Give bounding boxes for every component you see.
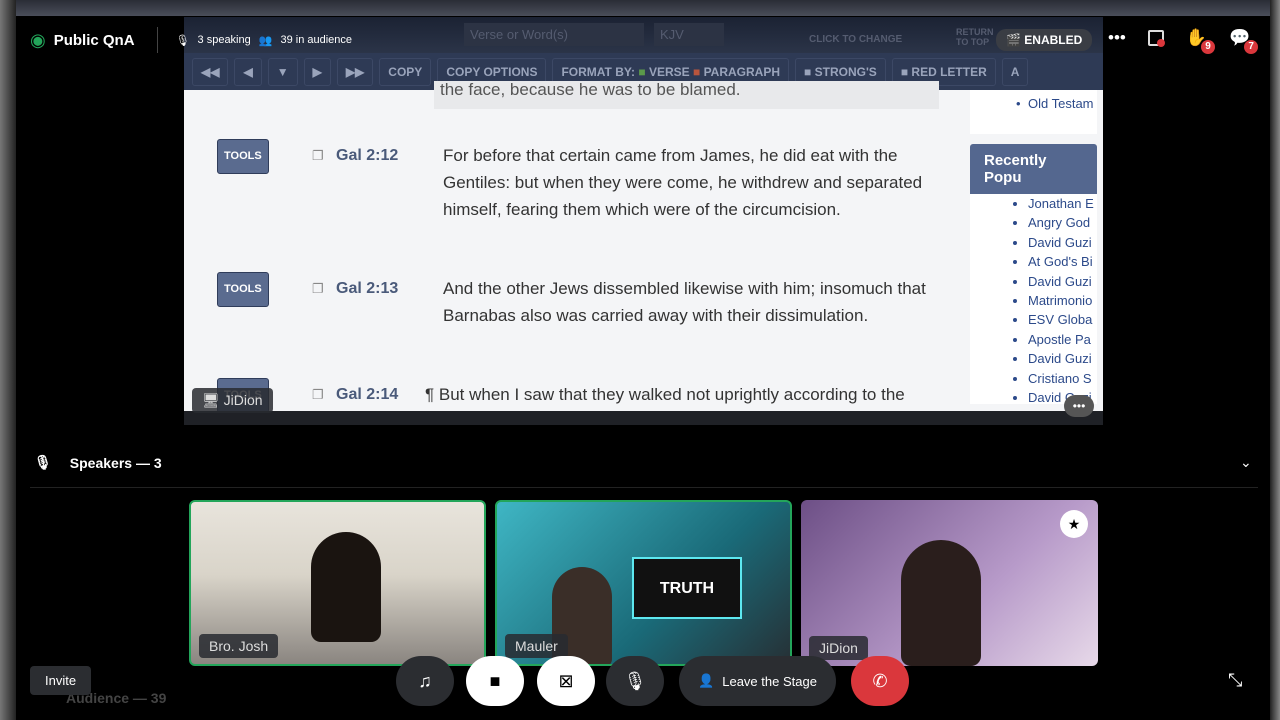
camera-icon: ■	[489, 670, 501, 691]
verse-ref[interactable]: Gal 2:14	[336, 381, 398, 408]
leave-stage-label: Leave the Stage	[722, 673, 817, 689]
popular-link[interactable]: David Guzi	[1028, 272, 1097, 291]
more-format-button[interactable]: A	[1001, 57, 1029, 86]
sidebar: •Old Testam Recently Popu Jonathan EAngr…	[970, 90, 1097, 420]
copy-button[interactable]: COPY	[379, 57, 432, 86]
screen-share-button[interactable]: ⊠	[537, 656, 595, 706]
mic-icon: 🎙	[175, 34, 190, 47]
streamer-tag: 🖥 JiDion	[192, 388, 273, 413]
verse-ref[interactable]: Gal 2:12	[336, 142, 398, 169]
change-label[interactable]: CLICK TO CHANGE	[809, 34, 902, 45]
deafen-button[interactable]: ♫	[396, 656, 454, 706]
window-frame-right	[1270, 0, 1280, 720]
screen-share[interactable]: Verse or Word(s) KJV CLICK TO CHANGE RET…	[184, 17, 1103, 425]
exit-fullscreen-icon[interactable]: ⤡	[1228, 670, 1242, 691]
popular-link[interactable]: Angry God	[1028, 213, 1097, 232]
mic-button[interactable]: 🎙	[606, 656, 664, 706]
next-button[interactable]: ▶	[303, 57, 331, 86]
window-frame-left	[0, 0, 16, 720]
down-button[interactable]: ▼	[267, 57, 298, 86]
window-frame	[0, 0, 1280, 16]
leave-stage-icon: 👤	[698, 673, 715, 688]
verse-ref[interactable]: Gal 2:13	[336, 275, 398, 302]
mic-icon: 🎙	[623, 670, 647, 691]
top-right-icons: ••• ✋ 9 💬 7	[1108, 28, 1259, 54]
tools-button[interactable]: TOOLS	[217, 272, 269, 307]
invite-button[interactable]: Invite	[30, 666, 92, 695]
divider	[156, 27, 158, 53]
popular-list: Jonathan EAngry GodDavid GuziAt God's Bi…	[970, 194, 1097, 404]
disconnect-button[interactable]: ✆	[851, 656, 909, 706]
popular-link[interactable]: David Guzi	[1028, 349, 1097, 368]
popular-link[interactable]: ESV Globa	[1028, 310, 1097, 329]
sidebar-link[interactable]: Old Testam	[1028, 96, 1094, 111]
popular-link[interactable]: Jonathan E	[1028, 194, 1097, 213]
stream-options-icon[interactable]: •••	[1064, 395, 1094, 417]
hand-badge: 9	[1201, 40, 1216, 54]
sound-off-icon: ♫	[418, 670, 432, 691]
truth-sign: TRUTH	[632, 557, 742, 619]
speaker-tile[interactable]: ★ JiDion	[801, 500, 1098, 666]
speakers-section-header[interactable]: 🎙 Speakers — 3	[34, 454, 162, 471]
chat-badge: 7	[1244, 40, 1259, 54]
previous-verse: the face, because he was to be blamed.	[434, 81, 939, 109]
scrollbar[interactable]	[184, 411, 1103, 425]
copy-icon[interactable]: ❐	[312, 275, 324, 302]
popular-link[interactable]: At God's Bi	[1028, 252, 1097, 271]
verse-text: For before that certain came from James,…	[443, 146, 923, 219]
speaker-tile[interactable]: TRUTH Mauler	[495, 500, 792, 666]
paragraph-option[interactable]: PARAGRAPH	[704, 65, 780, 79]
strongs-label: STRONG'S	[814, 64, 877, 79]
copy-icon[interactable]: ❐	[312, 142, 324, 169]
speaker-name: Mauler	[505, 634, 568, 658]
format-label: FORMAT BY:	[561, 64, 635, 79]
sidebar-top: • Old Testam	[970, 90, 1097, 134]
prev-button[interactable]: ◀	[234, 57, 262, 86]
stage-title: Public QnA	[53, 31, 135, 49]
divider	[30, 487, 1258, 488]
leave-stage-button[interactable]: 👤 Leave the Stage	[679, 656, 836, 706]
stage-header: ◉ Public QnA 🎙 3 speaking 👥 39 in audien…	[30, 26, 352, 54]
chat-icon[interactable]: 💬 7	[1229, 28, 1259, 54]
speaker-name: Bro. Josh	[199, 634, 279, 658]
moderator-badge-icon: ★	[1060, 510, 1088, 538]
enabled-label: ENABLED	[1024, 33, 1083, 47]
tools-button[interactable]: TOOLS	[217, 139, 269, 174]
copy-icon[interactable]: ❐	[312, 381, 324, 408]
stage-icon: ◉	[30, 29, 46, 50]
mic-icon: 🎙	[34, 454, 52, 470]
speaker-video	[311, 532, 381, 642]
streamer-name: JiDion	[223, 392, 263, 408]
screen-share-off-icon: ⊠	[558, 670, 574, 691]
more-icon[interactable]: •••	[1108, 28, 1126, 48]
popular-link[interactable]: David Guzi	[1028, 233, 1097, 252]
hang-up-icon: ✆	[872, 670, 888, 691]
first-button[interactable]: ◀◀	[192, 57, 229, 86]
audience-icon: 👥	[258, 34, 273, 47]
red-letter-label: RED LETTER	[911, 64, 987, 79]
speaker-tile[interactable]: Bro. Josh	[189, 500, 486, 666]
recently-popular-heading: Recently Popu	[970, 144, 1097, 194]
popular-link[interactable]: Cristiano S	[1028, 369, 1097, 388]
popular-link[interactable]: Matrimonio	[1028, 291, 1097, 310]
camera-button[interactable]: ■	[466, 656, 524, 706]
enabled-badge: 🎬 ENABLED	[996, 29, 1093, 51]
audience-count: 39 in audience	[280, 34, 353, 46]
search-input[interactable]: Verse or Word(s)	[464, 23, 644, 46]
speakers-label: Speakers — 3	[69, 454, 162, 471]
popular-link[interactable]: Apostle Pa	[1028, 330, 1097, 349]
chevron-down-icon[interactable]: ⌄	[1240, 454, 1252, 471]
speaking-count: 3 speaking	[197, 34, 251, 46]
verse-option[interactable]: VERSE	[649, 65, 690, 79]
return-top[interactable]: RETURN TO TOP	[956, 27, 996, 47]
speaker-video	[901, 540, 981, 666]
raise-hand-icon[interactable]: ✋ 9	[1186, 28, 1216, 54]
last-button[interactable]: ▶▶	[336, 57, 374, 86]
version-select[interactable]: KJV	[654, 23, 724, 46]
verse-text: And the other Jews dissembled likewise w…	[443, 279, 926, 325]
popout-icon[interactable]	[1147, 30, 1165, 47]
